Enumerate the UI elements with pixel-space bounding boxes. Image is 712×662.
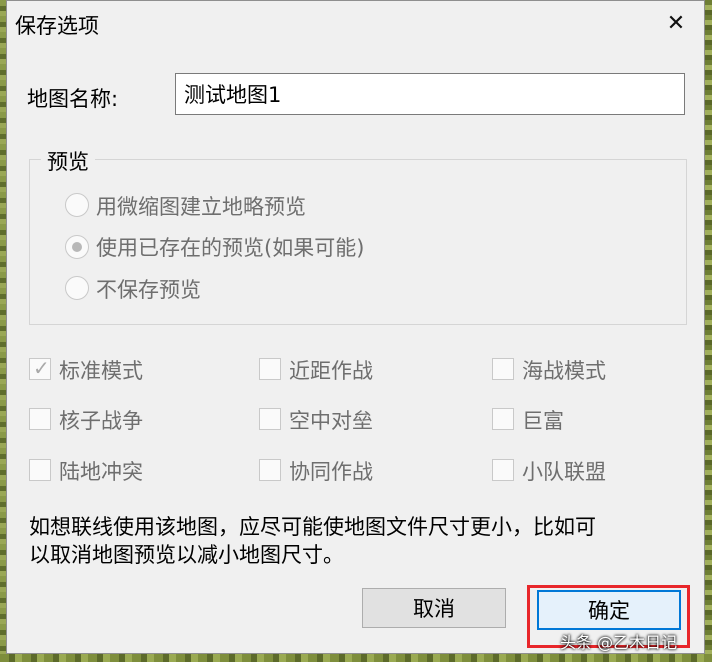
preview-group-legend: 预览 <box>41 146 95 176</box>
checkbox-nuclear-war-label[interactable]: 核子战争 <box>59 405 143 435</box>
radio-thumbnail-preview[interactable] <box>65 193 89 217</box>
dialog-title: 保存选项 <box>15 14 99 38</box>
checkbox-squad-alliance[interactable] <box>492 459 514 481</box>
map-name-label: 地图名称: <box>27 87 119 111</box>
checkbox-land-conflict-label[interactable]: 陆地冲突 <box>59 456 143 486</box>
save-options-dialog: 保存选项 ✕ 地图名称: 预览 用微缩图建立地略预览 使用已存在的预览(如果可能… <box>6 0 705 654</box>
close-icon: ✕ <box>666 10 686 36</box>
checkbox-nuclear-war[interactable] <box>29 408 51 430</box>
checkbox-cooperative[interactable] <box>259 459 281 481</box>
checkmark-icon: ✓ <box>33 356 50 380</box>
watermark-text: 头条 @乙木日记 <box>560 633 678 652</box>
checkbox-squad-alliance-label[interactable]: 小队联盟 <box>522 456 606 486</box>
cancel-button[interactable]: 取消 <box>362 588 506 628</box>
checkbox-land-conflict[interactable] <box>29 459 51 481</box>
checkbox-air-battle-label[interactable]: 空中对垒 <box>289 405 373 435</box>
checkbox-cooperative-label[interactable]: 协同作战 <box>289 456 373 486</box>
map-name-input[interactable] <box>175 73 685 115</box>
checkbox-tycoon[interactable] <box>492 408 514 430</box>
size-hint-text: 如想联线使用该地图，应尽可能使地图文件尺寸更小，比如可 以取消地图预览以减小地图… <box>29 513 689 569</box>
radio-existing-preview-label[interactable]: 使用已存在的预览(如果可能) <box>96 232 364 262</box>
checkbox-standard-mode-label[interactable]: 标准模式 <box>59 355 143 385</box>
radio-no-preview-label[interactable]: 不保存预览 <box>96 274 201 304</box>
checkbox-tycoon-label[interactable]: 巨富 <box>522 405 564 435</box>
background-right-strip <box>705 0 712 662</box>
size-hint-line-1: 如想联线使用该地图，应尽可能使地图文件尺寸更小，比如可 <box>29 515 596 539</box>
close-button[interactable]: ✕ <box>647 1 705 45</box>
checkbox-standard-mode[interactable]: ✓ <box>29 356 51 380</box>
checkbox-close-combat-label[interactable]: 近距作战 <box>289 355 373 385</box>
radio-thumbnail-preview-label[interactable]: 用微缩图建立地略预览 <box>96 191 306 221</box>
checkbox-close-combat[interactable] <box>259 358 281 380</box>
radio-no-preview[interactable] <box>65 276 89 300</box>
checkbox-naval-mode-label[interactable]: 海战模式 <box>522 355 606 385</box>
background-bottom-strip <box>0 654 712 662</box>
radio-existing-preview[interactable] <box>65 235 89 259</box>
size-hint-line-2: 以取消地图预览以减小地图尺寸。 <box>29 543 344 567</box>
checkbox-air-battle[interactable] <box>259 408 281 430</box>
checkbox-naval-mode[interactable] <box>492 358 514 380</box>
